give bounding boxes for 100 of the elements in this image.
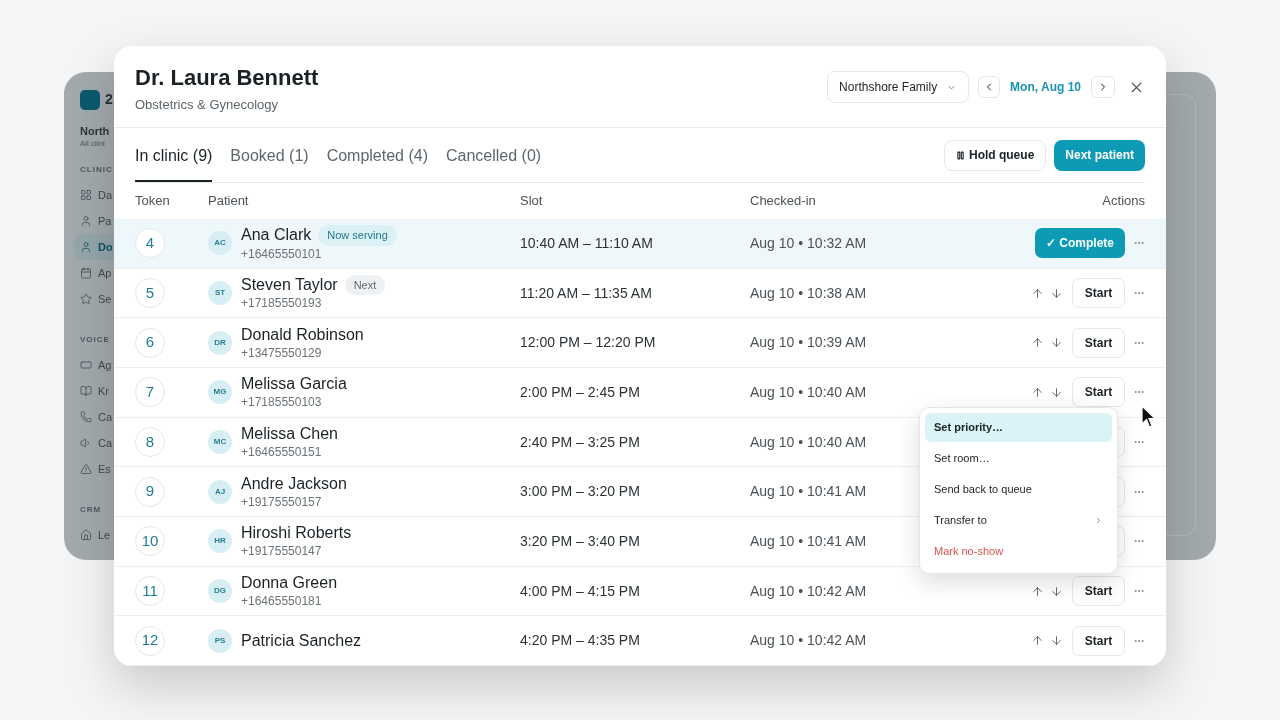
- sidebar-item[interactable]: Do: [74, 234, 116, 260]
- clinic-select[interactable]: Northshore Family: [827, 71, 970, 103]
- column-header: Slot: [520, 192, 544, 211]
- patient-name: Melissa Chen: [241, 424, 338, 444]
- slot-time: 2:40 PM – 3:25 PM: [520, 432, 640, 452]
- checked-in-time: Aug 10 • 10:42 AM: [750, 581, 867, 601]
- checked-in-time: Aug 10 • 10:39 AM: [750, 333, 867, 353]
- start-button[interactable]: Start: [1072, 278, 1125, 308]
- slot-time: 12:00 PM – 12:20 PM: [520, 333, 656, 353]
- sidebar-item[interactable]: Es: [74, 456, 116, 482]
- sidebar-item[interactable]: Pa: [74, 208, 116, 234]
- move-down-icon[interactable]: [1050, 385, 1063, 399]
- move-down-icon[interactable]: [1050, 584, 1063, 598]
- chevron-right-icon: [1094, 516, 1103, 525]
- section-title: VOICE: [80, 334, 111, 346]
- move-down-icon[interactable]: [1050, 634, 1063, 648]
- status-badge: Now serving: [318, 225, 397, 246]
- menu-item[interactable]: Transfer to: [925, 506, 1112, 535]
- start-button[interactable]: Start: [1072, 576, 1125, 607]
- avatar: HR: [208, 529, 232, 554]
- slot-time: 2:00 PM – 2:45 PM: [520, 382, 640, 402]
- token-number: 9: [135, 476, 165, 507]
- avatar: AC: [208, 231, 232, 256]
- checked-in-time: Aug 10 • 10:42 AM: [750, 631, 867, 651]
- doctor-name: Dr. Laura Bennett: [135, 64, 319, 92]
- slot-time: 4:00 PM – 4:15 PM: [520, 581, 640, 601]
- checked-in-time: Aug 10 • 10:40 AM: [750, 432, 867, 452]
- checked-in-time: Aug 10 • 10:32 AM: [750, 233, 867, 253]
- phone-number: +17185550103: [241, 394, 323, 411]
- house-icon: [80, 529, 92, 541]
- slot-time: 4:20 PM – 4:35 PM: [520, 631, 640, 651]
- column-header: Patient: [208, 192, 250, 211]
- slot-time: 3:00 PM – 3:20 PM: [520, 482, 640, 502]
- tab[interactable]: Booked (1): [230, 128, 309, 182]
- person-icon: [80, 241, 92, 253]
- next-patient-button[interactable]: Next patient: [1054, 139, 1145, 171]
- patient-name: Hiroshi Roberts: [241, 523, 352, 544]
- sidebar-item[interactable]: Ag: [74, 352, 116, 378]
- sidebar-item[interactable]: Ca: [74, 404, 116, 430]
- date-label: Mon, Aug 10: [1010, 79, 1081, 96]
- sidebar-item[interactable]: Le: [74, 522, 116, 548]
- column-header: Actions: [1102, 192, 1145, 211]
- logo-text: 2: [105, 90, 113, 109]
- checked-in-time: Aug 10 • 10:40 AM: [750, 382, 867, 402]
- star-icon: [80, 293, 92, 305]
- avatar: AJ: [208, 479, 232, 504]
- sidebar-item[interactable]: Kr: [74, 378, 116, 404]
- menu-item[interactable]: Mark no-show: [925, 537, 1112, 566]
- hold-queue-button[interactable]: Hold queue: [943, 139, 1047, 171]
- move-down-icon[interactable]: [1050, 336, 1063, 350]
- start-button[interactable]: Start: [1072, 625, 1125, 656]
- token-number: 5: [135, 278, 165, 308]
- tab[interactable]: Cancelled (0): [446, 128, 542, 182]
- avatar: DG: [208, 579, 232, 604]
- phone-number: +13475550129: [241, 344, 323, 361]
- complete-button[interactable]: ✓ Complete: [1035, 228, 1125, 259]
- tab[interactable]: Completed (4): [326, 128, 428, 182]
- slot-time: 3:20 PM – 3:40 PM: [520, 531, 640, 551]
- specialty: Obstetrics & Gynecology: [135, 96, 280, 114]
- pause-icon: [955, 150, 965, 160]
- start-button[interactable]: Start: [1072, 377, 1125, 408]
- token-number: 6: [135, 327, 165, 358]
- start-button[interactable]: Start: [1072, 327, 1125, 358]
- checked-in-time: Aug 10 • 10:41 AM: [750, 531, 867, 551]
- slot-time: 10:40 AM – 11:10 AM: [520, 233, 653, 253]
- section-title: CLINIC: [80, 164, 114, 176]
- org-name: North: [80, 124, 111, 138]
- sidebar-item[interactable]: Ca: [74, 430, 116, 456]
- phone-number: +17185550193: [241, 295, 323, 312]
- patient-name: Ana Clark: [241, 225, 312, 246]
- previous-day-button[interactable]: [978, 76, 1001, 98]
- sidebar-item[interactable]: Se: [74, 286, 116, 312]
- menu-item[interactable]: Set room…: [925, 444, 1112, 473]
- sidebar-item[interactable]: Da: [74, 182, 116, 208]
- menu-item[interactable]: Send back to queue: [925, 475, 1112, 504]
- book-icon: [80, 385, 92, 397]
- patient-name: Melissa Garcia: [241, 374, 347, 395]
- avatar: PS: [208, 628, 232, 653]
- slot-time: 11:20 AM – 11:35 AM: [520, 283, 652, 303]
- patient-name: Donna Green: [241, 573, 338, 594]
- checked-in-time: Aug 10 • 10:38 AM: [750, 283, 867, 303]
- org-subtitle: All clini: [80, 138, 106, 150]
- move-up-icon[interactable]: [1031, 385, 1044, 399]
- move-up-icon[interactable]: [1031, 286, 1044, 300]
- column-header: Token: [135, 192, 171, 211]
- move-up-icon[interactable]: [1031, 336, 1044, 350]
- move-down-icon[interactable]: [1050, 286, 1063, 300]
- token-number: 4: [135, 228, 165, 259]
- move-up-icon[interactable]: [1031, 634, 1044, 648]
- patient-name: Donald Robinson: [241, 324, 364, 345]
- rectangle-icon: [80, 359, 92, 371]
- move-up-icon[interactable]: [1031, 584, 1044, 598]
- status-badge: Next: [344, 274, 386, 296]
- tab[interactable]: In clinic (9): [135, 128, 213, 182]
- column-header: Checked-in: [750, 192, 817, 211]
- person-icon: [80, 215, 92, 227]
- sidebar-item[interactable]: Ap: [74, 260, 116, 286]
- warning-icon: [80, 463, 92, 475]
- phone-number: +16465550151: [241, 444, 323, 460]
- menu-item[interactable]: Set priority…: [925, 413, 1112, 442]
